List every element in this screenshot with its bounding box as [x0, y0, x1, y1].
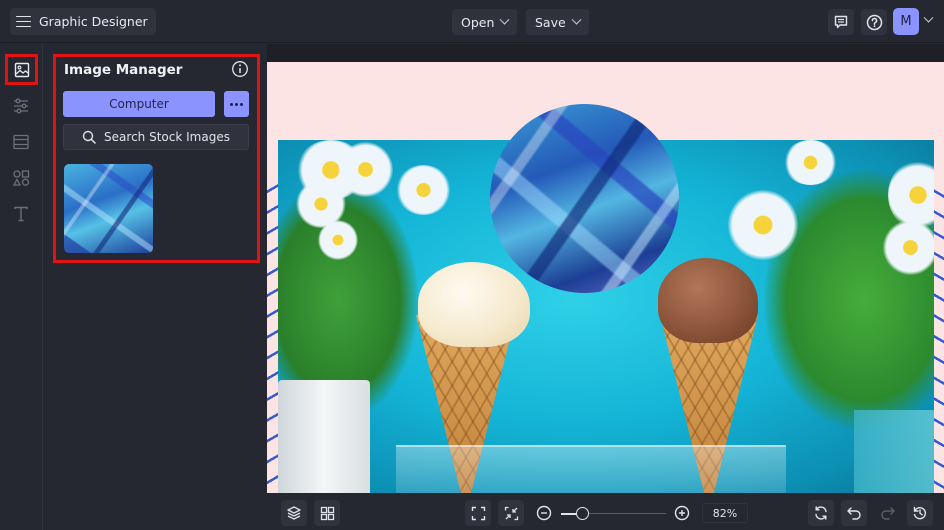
layout-icon: [13, 134, 29, 150]
chevron-down-icon: [499, 14, 510, 25]
bottom-toolbar: 82%: [267, 493, 944, 530]
more-options-button[interactable]: [224, 91, 249, 117]
layers-button[interactable]: [281, 500, 307, 526]
save-menu-button[interactable]: Save: [526, 9, 589, 35]
account-menu-toggle[interactable]: [923, 12, 934, 24]
decorative-stripes-left: [267, 180, 278, 493]
canvas-workspace[interactable]: [267, 44, 944, 493]
image-icon: [14, 62, 29, 77]
undo-button[interactable]: [841, 500, 867, 526]
shapes-icon: [12, 170, 30, 186]
shrink-button[interactable]: [498, 500, 524, 526]
flower-pot-right: [854, 410, 934, 493]
artboard[interactable]: [267, 62, 944, 493]
history-icon: [913, 506, 927, 520]
image-thumbnail[interactable]: [64, 164, 153, 253]
flower: [396, 165, 451, 215]
flower-pot-left: [278, 380, 370, 493]
search-icon: [82, 130, 96, 144]
fit-to-screen-button[interactable]: [465, 500, 491, 526]
zoom-slider[interactable]: [561, 507, 666, 520]
open-menu-button[interactable]: Open: [452, 9, 518, 35]
shrink-icon: [504, 506, 518, 520]
replace-icon: [815, 506, 827, 520]
redo-icon: [881, 507, 895, 520]
save-label: Save: [535, 14, 566, 30]
glass-stand: [396, 445, 786, 493]
circle-cropped-image[interactable]: [490, 104, 679, 293]
rail-item-images[interactable]: [5, 54, 38, 85]
zoom-in-button[interactable]: [671, 502, 693, 524]
rail-item-adjustments[interactable]: [9, 94, 33, 118]
ellipsis-icon: [230, 102, 243, 106]
rail-item-layout[interactable]: [9, 130, 33, 154]
comment-icon: [834, 15, 848, 29]
text-icon: [14, 206, 28, 222]
zoom-slider-knob[interactable]: [576, 507, 589, 520]
vanilla-scoop: [418, 262, 530, 347]
panel-title: Image Manager: [64, 62, 183, 78]
main-menu-button[interactable]: Graphic Designer: [10, 8, 156, 35]
flower: [338, 142, 393, 197]
help-circle-icon: [866, 14, 882, 30]
decorative-stripes-right: [933, 180, 944, 493]
undo-icon: [847, 507, 861, 520]
app-title: Graphic Designer: [39, 14, 148, 29]
zoom-in-icon: [674, 505, 690, 521]
layers-icon: [287, 506, 301, 520]
replace-image-button[interactable]: [808, 500, 834, 526]
grid-button[interactable]: [314, 500, 340, 526]
chevron-down-icon: [571, 14, 582, 25]
chocolate-scoop: [658, 258, 758, 343]
history-button[interactable]: [907, 500, 933, 526]
zoom-level-readout[interactable]: 82%: [702, 503, 748, 523]
feedback-button[interactable]: [828, 9, 854, 35]
graphic-designer-app: Graphic Designer Open Save M Image Manag…: [0, 0, 944, 530]
flower: [318, 220, 358, 260]
user-avatar[interactable]: M: [893, 8, 919, 35]
redo-button[interactable]: [876, 501, 900, 525]
hamburger-menu-icon: [16, 15, 31, 28]
info-icon: [232, 61, 248, 77]
image-manager-panel: Image Manager Computer Search Stock Imag…: [53, 54, 260, 263]
sliders-icon: [14, 98, 28, 114]
search-stock-images-button[interactable]: Search Stock Images: [63, 124, 249, 150]
zoom-out-icon: [536, 505, 552, 521]
zoom-out-button[interactable]: [533, 502, 555, 524]
flower: [728, 190, 798, 260]
info-button[interactable]: [231, 60, 249, 78]
top-bar: Graphic Designer Open Save M: [0, 0, 944, 43]
help-button[interactable]: [861, 9, 887, 35]
rail-item-text[interactable]: [9, 202, 33, 226]
grid-icon: [320, 506, 334, 520]
rail-item-shapes[interactable]: [9, 166, 33, 190]
chevron-down-icon: [923, 12, 934, 23]
fit-screen-icon: [471, 506, 485, 520]
open-label: Open: [461, 14, 495, 30]
flower: [783, 140, 838, 185]
search-stock-images-label: Search Stock Images: [104, 130, 230, 144]
upload-from-computer-button[interactable]: Computer: [63, 91, 215, 117]
flower: [883, 220, 934, 275]
tool-rail: [0, 44, 43, 530]
